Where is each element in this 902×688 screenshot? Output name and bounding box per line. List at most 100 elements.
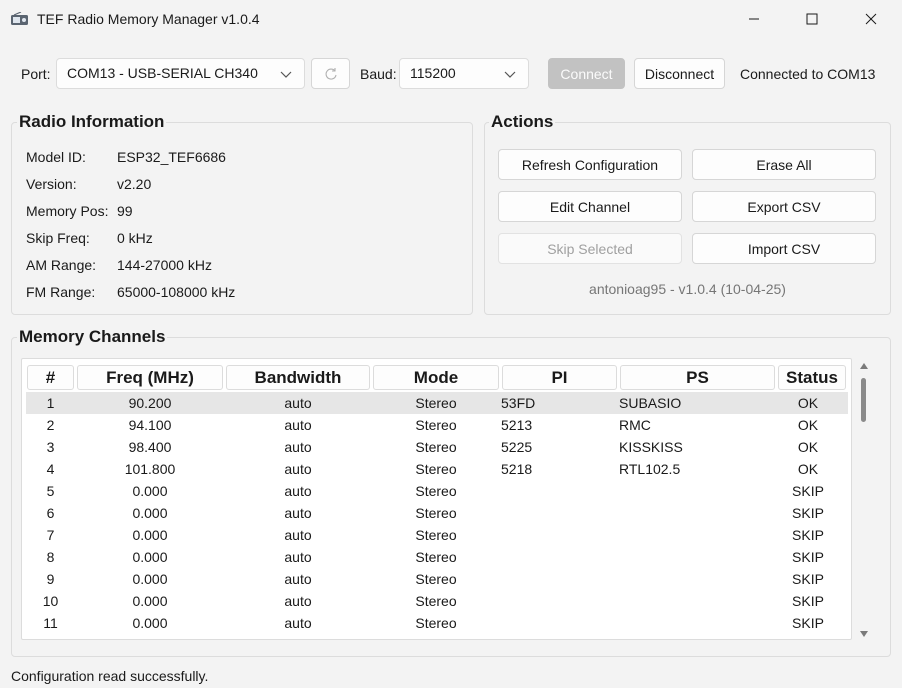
cell-mode: Stereo [415, 505, 457, 521]
table-row[interactable]: 3 98.400 auto Stereo 5225 KISSKISS OK [26, 436, 848, 458]
cell-mode: Stereo [415, 527, 457, 543]
scroll-up-icon[interactable] [859, 362, 869, 370]
edit-channel-button[interactable]: Edit Channel [498, 191, 682, 222]
cell-bandwidth: auto [284, 571, 312, 587]
fm-range-label: FM Range: [26, 284, 96, 300]
cell-number: 3 [46, 439, 55, 455]
column-header-number[interactable]: # [27, 365, 74, 390]
table-row[interactable]: 8 0.000 auto Stereo SKIP [26, 546, 848, 568]
cell-number: 9 [46, 571, 55, 587]
refresh-ports-button[interactable] [311, 58, 350, 89]
minimize-icon [749, 18, 759, 20]
column-header-ps[interactable]: PS [620, 365, 775, 390]
skip-freq-value: 0 kHz [117, 230, 153, 246]
title-bar: TEF Radio Memory Manager v1.0.4 [0, 0, 902, 38]
connection-status: Connected to COM13 [740, 66, 876, 82]
cell-ps: KISSKISS [619, 439, 683, 455]
cell-freq: 90.200 [128, 395, 172, 411]
cell-mode: Stereo [415, 439, 457, 455]
cell-status: OK [797, 395, 819, 411]
table-row[interactable]: 11 0.000 auto Stereo SKIP [26, 612, 848, 634]
table-row[interactable]: 4 101.800 auto Stereo 5218 RTL102.5 OK [26, 458, 848, 480]
table-row[interactable]: 1 90.200 auto Stereo 53FD SUBASIO OK [26, 392, 848, 414]
chevron-down-icon [280, 71, 292, 78]
cell-bandwidth: auto [284, 615, 312, 631]
refresh-icon [325, 67, 337, 80]
cell-number: 11 [43, 615, 58, 631]
cell-ps: RMC [619, 417, 651, 433]
cell-freq: 0.000 [132, 483, 168, 499]
port-value: COM13 - USB-SERIAL CH340 [67, 65, 258, 81]
status-message: Configuration read successfully. [11, 668, 209, 684]
cell-pi: 53FD [501, 395, 536, 411]
close-button[interactable] [842, 0, 900, 38]
cell-status: OK [797, 439, 819, 455]
memory-pos-label: Memory Pos: [26, 203, 109, 219]
cell-bandwidth: auto [284, 527, 312, 543]
cell-ps: RTL102.5 [619, 461, 681, 477]
channels-table[interactable]: # Freq (MHz) Bandwidth Mode PI PS Status… [21, 358, 852, 640]
cell-status: SKIP [792, 505, 824, 521]
channels-scrollbar[interactable] [857, 358, 871, 641]
cell-status: OK [797, 461, 819, 477]
table-row[interactable]: 10 0.000 auto Stereo SKIP [26, 590, 848, 612]
port-label: Port: [21, 66, 51, 82]
cell-status: OK [797, 417, 819, 433]
scroll-thumb[interactable] [861, 378, 866, 422]
am-range-value: 144-27000 kHz [117, 257, 212, 273]
model-id-label: Model ID: [26, 149, 86, 165]
cell-status: SKIP [792, 571, 824, 587]
radio-information-title: Radio Information [17, 112, 167, 132]
baud-select[interactable]: 115200 [399, 58, 529, 89]
table-row[interactable]: 7 0.000 auto Stereo SKIP [26, 524, 848, 546]
cell-status: SKIP [792, 483, 824, 499]
cell-mode: Stereo [415, 571, 457, 587]
cell-bandwidth: auto [284, 483, 312, 499]
import-csv-button[interactable]: Import CSV [692, 233, 876, 264]
cell-mode: Stereo [415, 483, 457, 499]
memory-channels-title: Memory Channels [17, 327, 168, 347]
cell-mode: Stereo [415, 461, 457, 477]
scroll-down-icon[interactable] [859, 630, 869, 638]
cell-mode: Stereo [415, 417, 457, 433]
baud-value: 115200 [410, 65, 456, 81]
cell-freq: 98.400 [128, 439, 172, 455]
column-header-mode[interactable]: Mode [373, 365, 499, 390]
version-label: Version: [26, 176, 77, 192]
column-header-bandwidth[interactable]: Bandwidth [226, 365, 370, 390]
cell-pi: 5213 [501, 417, 533, 433]
version-value: v2.20 [117, 176, 152, 192]
cell-number: 2 [46, 417, 55, 433]
skip-freq-label: Skip Freq: [26, 230, 90, 246]
column-header-pi[interactable]: PI [502, 365, 617, 390]
cell-freq: 0.000 [132, 505, 168, 521]
refresh-configuration-button[interactable]: Refresh Configuration [498, 149, 682, 180]
table-row[interactable]: 6 0.000 auto Stereo SKIP [26, 502, 848, 524]
cell-freq: 0.000 [132, 527, 168, 543]
minimize-button[interactable] [725, 0, 783, 38]
export-csv-button[interactable]: Export CSV [692, 191, 876, 222]
connect-button[interactable]: Connect [548, 58, 625, 89]
maximize-button[interactable] [783, 0, 841, 38]
chevron-down-icon [504, 71, 516, 78]
cell-freq: 94.100 [128, 417, 172, 433]
disconnect-button[interactable]: Disconnect [634, 58, 725, 89]
table-row[interactable]: 5 0.000 auto Stereo SKIP [26, 480, 848, 502]
column-header-freq[interactable]: Freq (MHz) [77, 365, 223, 390]
skip-selected-button[interactable]: Skip Selected [498, 233, 682, 264]
cell-status: SKIP [792, 549, 824, 565]
cell-mode: Stereo [415, 395, 457, 411]
window-title: TEF Radio Memory Manager v1.0.4 [37, 11, 260, 27]
cell-number: 1 [46, 395, 55, 411]
erase-all-button[interactable]: Erase All [692, 149, 876, 180]
version-info: antonioag95 - v1.0.4 (10-04-25) [589, 281, 786, 297]
cell-freq: 0.000 [132, 593, 168, 609]
table-row[interactable]: 9 0.000 auto Stereo SKIP [26, 568, 848, 590]
table-row[interactable]: 2 94.100 auto Stereo 5213 RMC OK [26, 414, 848, 436]
cell-number: 10 [42, 593, 59, 609]
port-select[interactable]: COM13 - USB-SERIAL CH340 [56, 58, 305, 89]
model-id-value: ESP32_TEF6686 [117, 149, 226, 165]
cell-status: SKIP [792, 593, 824, 609]
column-header-status[interactable]: Status [778, 365, 846, 390]
cell-bandwidth: auto [284, 461, 312, 477]
